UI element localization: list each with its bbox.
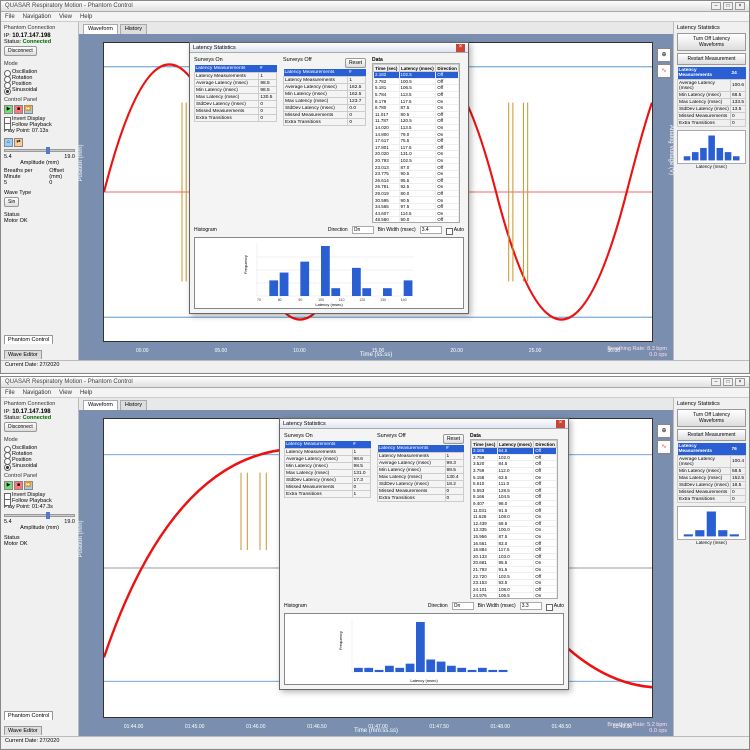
maximize-button[interactable]: □: [723, 378, 733, 386]
wave-tool-icon[interactable]: ∿: [657, 440, 671, 454]
tab-wave-editor[interactable]: Wave Editor: [4, 350, 42, 359]
y-axis-label: Position (mm): [78, 144, 84, 181]
menu-file[interactable]: File: [5, 14, 15, 20]
motor-status: Motor OK: [4, 218, 75, 224]
mini-histogram: [677, 130, 746, 164]
close-button[interactable]: ×: [735, 2, 745, 10]
turn-off-latency-button[interactable]: Turn Off Latency Waveforms: [677, 33, 746, 51]
histogram-plot: Frequency Latency (msec) 70 80 90 100 110 120…: [194, 237, 464, 309]
window-buttons: – □ ×: [711, 2, 745, 10]
amp-slider[interactable]: [4, 149, 75, 152]
dialog-close-button[interactable]: ×: [456, 44, 465, 52]
close-button[interactable]: ×: [735, 378, 745, 386]
svg-text:Latency (msec): Latency (msec): [315, 302, 343, 307]
direction-select[interactable]: [452, 602, 474, 610]
svg-text:110: 110: [339, 298, 345, 302]
app-window-2: QUASAR Respiratory Motion - Phantom Cont…: [0, 376, 750, 750]
latency-dialog-2: Latency Statistics× Surveys OnLatency Me…: [279, 418, 569, 690]
right-stats-table: Latency Measurements24Average Latency (m…: [677, 67, 746, 127]
menu-help[interactable]: Help: [80, 14, 92, 20]
histogram-plot-2: Frequency Latency (msec): [284, 613, 564, 685]
follow-playback-check[interactable]: Follow Playback: [4, 122, 75, 128]
minimize-button[interactable]: –: [711, 2, 721, 10]
right-panel: Latency Statistics Turn Off Latency Wave…: [673, 22, 749, 360]
zoom-tool-icon[interactable]: ⊕: [657, 48, 671, 62]
reset-button[interactable]: Reset: [443, 434, 464, 444]
wave-tool-icon[interactable]: ∿: [657, 64, 671, 78]
x-ticks: 00.0005.0010.0015.0020.0025.0030.00: [103, 348, 653, 354]
bin-width-input[interactable]: [520, 602, 542, 610]
svg-text:100: 100: [318, 298, 324, 302]
latency-dialog: Latency Statistics× Surveys On Latency M…: [189, 42, 469, 314]
wave-type[interactable]: Sin: [4, 197, 19, 207]
data-table-scroll[interactable]: Time (sec)Latency (msec)Direction2.18210…: [372, 63, 460, 223]
auto-check[interactable]: Auto: [446, 227, 464, 233]
playback-controls: ▶ ■ ⏩: [4, 105, 75, 114]
amp-home-icon[interactable]: ⌂: [4, 138, 13, 147]
svg-text:Frequency: Frequency: [243, 255, 248, 274]
amp-link-icon[interactable]: ⇄: [14, 138, 23, 147]
play-button[interactable]: ▶: [4, 105, 13, 114]
menu-view[interactable]: View: [59, 14, 72, 20]
surveys-on-table: Latency Measurements#Latency Measurement…: [194, 65, 277, 122]
maximize-button[interactable]: □: [723, 2, 733, 10]
minimize-button[interactable]: –: [711, 378, 721, 386]
zoom-tool-icon[interactable]: ⊕: [657, 424, 671, 438]
restart-measurement-button[interactable]: Restart Measurement: [677, 53, 746, 65]
mode-sinusoidal[interactable]: Sinusoidal: [4, 87, 75, 93]
left-panel: Phantom ConnectionIP: 10.17.147.198Statu…: [1, 398, 79, 736]
app-window-1: QUASAR Respiratory Motion - Phantom Cont…: [0, 0, 750, 374]
bin-width-input[interactable]: [420, 226, 442, 234]
svg-text:140: 140: [401, 298, 407, 302]
svg-text:90: 90: [298, 298, 302, 302]
surveys-off-table: Latency Measurements#Latency Measurement…: [283, 69, 366, 126]
svg-text:Latency (msec): Latency (msec): [410, 678, 438, 683]
left-panel: Phantom Connection IP: 10.17.147.198 Sta…: [1, 22, 79, 360]
data-table: Time (sec)Latency (msec)Direction2.18210…: [373, 64, 459, 223]
restart-measurement-button[interactable]: Restart Measurement: [677, 429, 746, 441]
forward-button[interactable]: ⏩: [24, 105, 33, 114]
footer: Current Date: 27/2020: [1, 360, 749, 372]
window-title: QUASAR Respiratory Motion - Phantom Cont…: [5, 3, 133, 9]
y2-axis-label: Analog Voltage (V): [668, 125, 674, 175]
svg-text:120: 120: [359, 298, 365, 302]
mode-label: Mode: [4, 61, 75, 67]
tab-phantom-control[interactable]: Phantom Control: [4, 335, 53, 344]
tab-waveform[interactable]: Waveform: [83, 24, 118, 34]
play-point: Play Point: 07.13s: [4, 128, 75, 134]
amp-slider[interactable]: [4, 514, 75, 517]
titlebar: QUASAR Respiratory Motion - Phantom Cont…: [1, 1, 749, 12]
direction-select[interactable]: [352, 226, 374, 234]
right-title: Latency Statistics: [677, 25, 746, 31]
conn-status: Connected: [23, 39, 51, 45]
forward-button[interactable]: ⏩: [24, 481, 33, 490]
play-button[interactable]: ▶: [4, 481, 13, 490]
menu-navigation[interactable]: Navigation: [23, 14, 51, 20]
stop-button[interactable]: ■: [14, 481, 23, 490]
stop-button[interactable]: ■: [14, 105, 23, 114]
amp-value: 19.0: [64, 154, 75, 160]
chart-panel: Waveform History Position (mm) Analog Vo…: [79, 22, 673, 360]
conn-label: Phantom Connection: [4, 25, 75, 31]
reset-button[interactable]: Reset: [345, 58, 366, 68]
svg-text:80: 80: [278, 298, 282, 302]
menubar: File Navigation View Help: [1, 12, 749, 22]
disconnect-button[interactable]: Disconnect: [4, 46, 37, 56]
svg-text:Frequency: Frequency: [338, 631, 343, 650]
amp-label: Amplitude (mm): [4, 160, 75, 166]
disconnect-button[interactable]: Disconnect: [4, 422, 37, 432]
control-label: Control Panel: [4, 97, 75, 103]
svg-text:130: 130: [380, 298, 386, 302]
tab-history[interactable]: History: [120, 24, 147, 34]
dialog-close-button[interactable]: ×: [556, 420, 565, 428]
turn-off-latency-button[interactable]: Turn Off Latency Waveforms: [677, 409, 746, 427]
svg-text:70: 70: [257, 298, 261, 302]
